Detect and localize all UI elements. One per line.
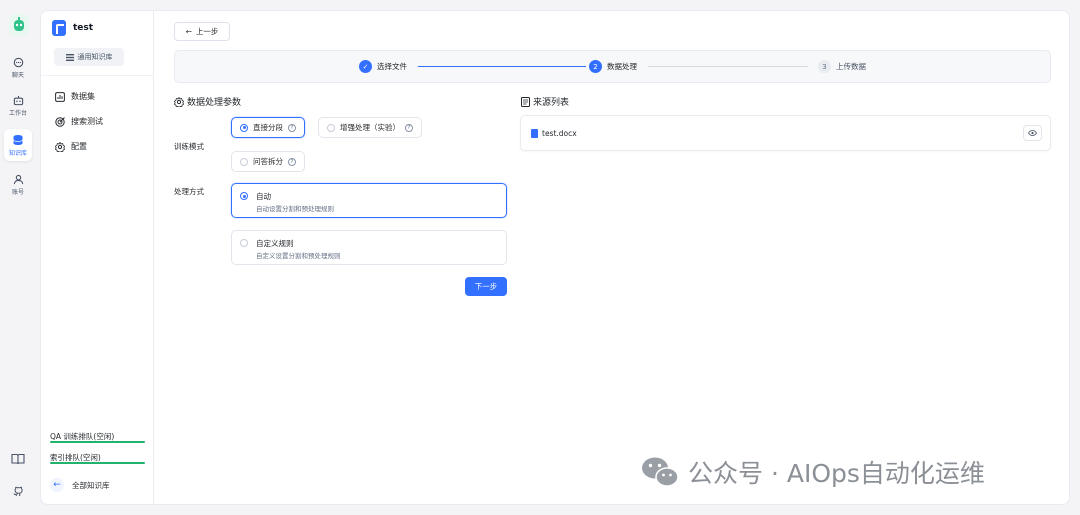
train-mode-label: 训练模式 xyxy=(174,142,204,151)
step-number: 2 xyxy=(589,60,602,73)
app-logo-icon[interactable] xyxy=(9,14,29,36)
nav-label: 配置 xyxy=(71,142,87,151)
params-title-text: 数据处理参数 xyxy=(187,98,242,108)
train-mode-qa-split[interactable]: 问答拆分 ? xyxy=(231,151,305,172)
kb-name: test xyxy=(73,23,94,33)
help-icon[interactable]: ? xyxy=(288,157,296,166)
method-desc: 自动设置分割和预处理规则 xyxy=(256,205,334,213)
step-select-file: ✓ 选择文件 xyxy=(359,60,407,73)
method-custom[interactable]: 自定义规则 自定义设置分割和预处理规则 xyxy=(231,230,507,265)
database-icon xyxy=(13,134,23,145)
radio-selected-icon xyxy=(240,192,248,200)
gear-icon xyxy=(55,141,65,152)
kb-sidebar: test 通用知识库 数据集 搜索测试 配置 QA 训练排队(空闲) 索引排队(… xyxy=(41,11,154,504)
nav-label: 搜索测试 xyxy=(71,117,103,126)
target-icon xyxy=(55,116,65,127)
train-mode-label-text: 直接分段 xyxy=(253,123,283,132)
rail-item-chat[interactable]: 聊天 xyxy=(4,52,32,84)
train-mode-direct[interactable]: 直接分段 ? xyxy=(231,117,305,138)
help-icon[interactable]: ? xyxy=(405,123,413,132)
step-label: 上传数据 xyxy=(836,62,866,71)
step-upload-data: 3 上传数据 xyxy=(818,60,866,73)
eye-icon xyxy=(1028,130,1037,136)
book-icon[interactable] xyxy=(9,450,27,468)
watermark-text: 公众号 · AIOps自动化运维 xyxy=(688,459,985,488)
prev-step-label: 上一步 xyxy=(195,27,219,36)
main-panel: test 通用知识库 数据集 搜索测试 配置 QA 训练排队(空闲) 索引排队(… xyxy=(40,10,1070,505)
rail-item-knowledge[interactable]: 知识库 xyxy=(4,129,32,161)
divider xyxy=(41,75,154,76)
nav-item-search-test[interactable]: 搜索测试 xyxy=(55,116,103,127)
document-icon xyxy=(521,96,530,107)
kb-logo-icon xyxy=(52,20,66,36)
method-desc: 自定义设置分割和预处理规则 xyxy=(256,252,341,260)
kb-type-label: 通用知识库 xyxy=(77,53,113,61)
gear-icon xyxy=(174,96,184,107)
kb-header: test xyxy=(52,20,93,36)
rail-label: 知识库 xyxy=(8,149,27,157)
next-step-button[interactable]: 下一步 xyxy=(465,277,507,296)
chart-icon xyxy=(55,91,65,102)
rail-label: 聊天 xyxy=(11,72,24,79)
nav-item-dataset[interactable]: 数据集 xyxy=(55,91,95,102)
step-connector xyxy=(648,66,808,67)
step-data-processing: 2 数据处理 xyxy=(589,60,637,73)
method-title: 自定义规则 xyxy=(256,239,294,248)
rail-item-workbench[interactable]: 工作台 xyxy=(4,90,32,122)
preview-button[interactable] xyxy=(1023,125,1042,141)
source-list-title: 来源列表 xyxy=(521,95,569,108)
radio-selected-icon xyxy=(240,123,248,132)
app-rail: 聊天 工作台 知识库 账号 xyxy=(0,0,38,515)
nav-item-config[interactable]: 配置 xyxy=(55,141,87,152)
file-name: test.docx xyxy=(542,129,577,138)
chat-icon xyxy=(13,57,23,68)
github-icon[interactable] xyxy=(9,482,27,500)
step-indicator: ✓ 选择文件 2 数据处理 3 上传数据 xyxy=(174,50,1051,83)
nav-label: 数据集 xyxy=(71,92,95,101)
step-label: 数据处理 xyxy=(607,62,637,71)
radio-icon xyxy=(327,123,335,132)
train-mode-label-text: 增强处理（实验） xyxy=(340,123,400,132)
check-icon: ✓ xyxy=(359,60,372,73)
watermark: 公众号 · AIOps自动化运维 xyxy=(640,454,985,490)
train-mode-label-text: 问答拆分 xyxy=(253,157,283,166)
all-kb-label: 全部知识库 xyxy=(72,480,110,490)
params-title: 数据处理参数 xyxy=(174,95,241,108)
user-icon xyxy=(13,174,23,185)
radio-icon xyxy=(240,239,248,247)
radio-icon xyxy=(240,157,248,166)
rail-label: 工作台 xyxy=(8,110,27,117)
rail-label: 账号 xyxy=(11,189,24,196)
source-list-title-text: 来源列表 xyxy=(533,98,570,108)
step-label: 选择文件 xyxy=(377,62,407,71)
kb-type-badge: 通用知识库 xyxy=(54,48,124,66)
method-auto[interactable]: 自动 自动设置分割和预处理规则 xyxy=(231,183,507,218)
step-connector xyxy=(418,66,586,67)
rail-item-account[interactable]: 账号 xyxy=(4,169,32,201)
docx-file-icon xyxy=(531,129,538,138)
process-method-label: 处理方式 xyxy=(174,187,204,196)
help-icon[interactable]: ? xyxy=(288,123,296,132)
step-number: 3 xyxy=(818,60,831,73)
all-kb-link[interactable]: ← 全部知识库 xyxy=(50,478,110,492)
arrow-left-icon: ← xyxy=(50,478,64,492)
prev-step-button[interactable]: ← 上一步 xyxy=(174,22,230,41)
robot-icon xyxy=(13,95,23,106)
train-mode-enhanced[interactable]: 增强处理（实验） ? xyxy=(318,117,422,138)
qa-queue-progress xyxy=(50,441,145,443)
list-icon xyxy=(65,53,74,61)
method-title: 自动 xyxy=(256,192,271,201)
wechat-icon xyxy=(642,457,679,487)
arrow-left-icon: ← xyxy=(185,27,192,36)
index-queue-progress xyxy=(50,462,145,464)
file-item[interactable]: test.docx xyxy=(520,115,1051,151)
